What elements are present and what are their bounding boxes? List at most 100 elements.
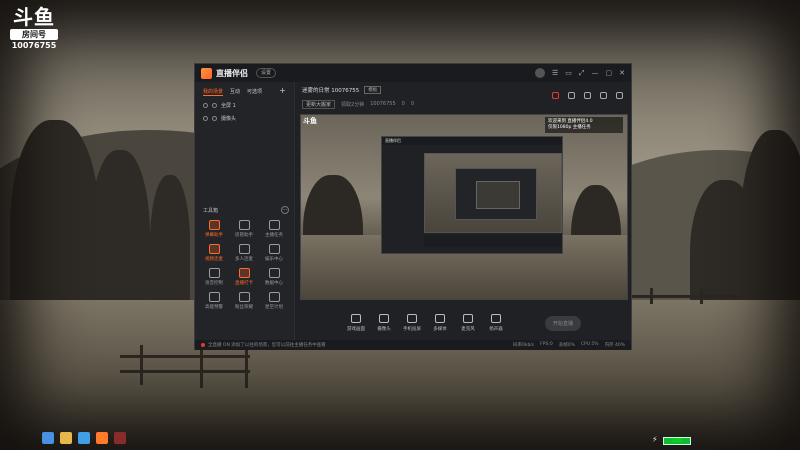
eye-icon[interactable] xyxy=(203,103,208,108)
scene-tabs: 我的场景 互动 可选项 + xyxy=(195,82,294,99)
alert-icon xyxy=(208,292,220,302)
taskbar-app-icon[interactable] xyxy=(78,432,90,444)
game-capture-button[interactable]: 游戏画面 xyxy=(346,314,366,332)
play-icon xyxy=(435,314,445,323)
avatar[interactable] xyxy=(534,68,545,78)
room-sub-bar: 更新大搬家 领取2分钟 10076755 0 0 xyxy=(296,98,631,110)
tool-item[interactable]: 语音控制 xyxy=(199,268,229,286)
data-center-icon xyxy=(268,268,280,278)
duration-label: 领取2分钟 xyxy=(341,101,365,108)
tab-my-scenes[interactable]: 我的场景 xyxy=(203,88,224,96)
maximize-icon[interactable]: ▢ xyxy=(606,69,613,77)
status-metrics: 码率0kb/s FPS:0 丢帧0% CPU 5% 内存 40% xyxy=(512,342,625,348)
tool-item[interactable]: 粉丝荣耀 xyxy=(229,292,259,310)
taskbar-app-icon[interactable] xyxy=(96,432,108,444)
tool-item[interactable]: 娱乐中心 xyxy=(259,244,289,262)
source-controls: 游戏画面 摄像头 手机投屏 多媒体 麦克风 扬声器 开始直播 xyxy=(296,306,631,340)
preview-douyu-logo: 斗鱼 xyxy=(303,117,317,125)
status-bar: 全直播 ON 添加了以往的场景，您可以前往主播任务中查看 码率0kb/s FPS… xyxy=(195,340,631,350)
go-live-button[interactable]: 开始直播 xyxy=(544,315,581,331)
task-icon xyxy=(268,220,280,230)
multi-call-icon xyxy=(238,244,250,254)
toolbox-title: 工具箱 xyxy=(203,208,219,214)
top-right-icons xyxy=(552,92,623,99)
scene-item-label: 摄像头 xyxy=(221,116,237,122)
tab-options[interactable]: 可选项 xyxy=(247,88,262,96)
template-tag[interactable]: 模板 xyxy=(364,86,382,94)
eye-icon[interactable] xyxy=(203,116,208,121)
danmaku-icon xyxy=(208,220,220,230)
phone-icon xyxy=(407,314,417,323)
status-message: 全直播 ON 添加了以往的场景，您可以前往主播任务中查看 xyxy=(208,343,326,348)
phone-cast-button[interactable]: 手机投屏 xyxy=(402,314,422,332)
nested-preview xyxy=(424,153,562,233)
entertainment-icon xyxy=(268,244,280,254)
tool-item[interactable]: 直播打卡 xyxy=(229,268,259,286)
stream-preview[interactable]: 斗鱼 欢迎来到 直播伴侣4.0 仅限1080p 主播任务 直播伴侣 xyxy=(300,114,628,300)
microphone-button[interactable]: 麦克风 xyxy=(458,314,478,332)
settings-chip[interactable]: 设置 xyxy=(256,68,277,78)
speaker-icon xyxy=(491,314,501,323)
tool-item[interactable]: 多人连麦 xyxy=(229,244,259,262)
taskbar-app-icon[interactable] xyxy=(42,432,54,444)
tab-interaction[interactable]: 互动 xyxy=(230,88,240,96)
taskbar-app-icon[interactable] xyxy=(60,432,72,444)
media-button[interactable]: 多媒体 xyxy=(430,314,450,332)
battery-indicator: 100 xyxy=(663,437,691,445)
tool-item[interactable]: 星空计划 xyxy=(259,292,289,310)
tool-item[interactable]: 房管助手 xyxy=(229,220,259,238)
minimize-icon[interactable]: — xyxy=(592,69,599,77)
tool-item[interactable]: 弹幕助手 xyxy=(199,220,229,238)
lock-icon[interactable] xyxy=(568,92,575,99)
title-bar[interactable]: 直播伴侣 设置 ☰ ▭ ⤢ — ▢ ✕ xyxy=(195,64,631,82)
microphone-icon xyxy=(463,314,473,323)
gift-icon[interactable] xyxy=(552,92,559,99)
window-controls: ☰ ▭ ⤢ — ▢ ✕ xyxy=(534,68,625,78)
viewer-count: 0 xyxy=(401,101,405,107)
like-count: 0 xyxy=(410,101,415,107)
room-title[interactable]: 迷雾的日常 10076755 xyxy=(302,86,359,94)
fans-icon xyxy=(238,292,250,302)
taskbar-app-icon[interactable] xyxy=(114,432,126,444)
left-panel: 我的场景 互动 可选项 + 全屏 1 摄像头 工具箱 ⋯ 弹幕助手 房管助手 主… xyxy=(195,82,295,340)
checkin-icon xyxy=(238,268,250,278)
tool-item[interactable]: 视频连麦 xyxy=(199,244,229,262)
power-plug-icon: ⚡ xyxy=(652,435,658,444)
camera-icon xyxy=(379,314,389,323)
app-name: 直播伴侣 xyxy=(216,68,248,78)
nested-app-window: 直播伴侣 xyxy=(381,136,563,254)
video-call-icon xyxy=(208,244,220,254)
share-icon[interactable] xyxy=(616,92,623,99)
tool-item[interactable]: 主播任务 xyxy=(259,220,289,238)
home-icon[interactable] xyxy=(584,92,591,99)
menu-icon[interactable]: ☰ xyxy=(552,69,558,77)
more-tools-button[interactable]: ⋯ xyxy=(281,206,289,214)
tool-item[interactable]: 高能预警 xyxy=(199,292,229,310)
scene-item[interactable]: 摄像头 xyxy=(195,112,294,125)
admin-icon xyxy=(238,220,250,230)
lock-icon[interactable] xyxy=(212,103,217,108)
minimize-tray-icon[interactable]: ▭ xyxy=(565,69,572,77)
scene-item-label: 全屏 1 xyxy=(221,103,236,109)
speaker-button[interactable]: 扬声器 xyxy=(486,314,506,332)
voice-control-icon xyxy=(208,268,220,278)
star-plan-icon xyxy=(268,292,280,302)
category-button[interactable]: 更新大搬家 xyxy=(302,99,336,109)
scene-item[interactable]: 全屏 1 xyxy=(195,99,294,112)
camera-button[interactable]: 摄像头 xyxy=(374,314,394,332)
app-logo-icon xyxy=(201,67,212,79)
nested-controls xyxy=(424,235,562,247)
lock-icon[interactable] xyxy=(212,116,217,121)
tool-item[interactable]: 数据中心 xyxy=(259,268,289,286)
taskbar-apps xyxy=(42,432,126,444)
fullscreen-icon[interactable]: ⤢ xyxy=(579,69,585,78)
streaming-app-window: 直播伴侣 设置 ☰ ▭ ⤢ — ▢ ✕ 我的场景 互动 可选项 + 全屏 1 摄… xyxy=(194,63,632,350)
main-area: 迷雾的日常 10076755 模板 更新大搬家 领取2分钟 10076755 0… xyxy=(296,82,631,340)
add-scene-button[interactable]: + xyxy=(279,87,286,96)
monitor-icon xyxy=(351,314,361,323)
bell-icon[interactable] xyxy=(600,92,607,99)
nested-title: 直播伴侣 xyxy=(382,137,562,145)
status-dot-icon xyxy=(201,343,205,347)
close-icon[interactable]: ✕ xyxy=(619,69,625,77)
room-number: 10076755 xyxy=(11,41,57,50)
